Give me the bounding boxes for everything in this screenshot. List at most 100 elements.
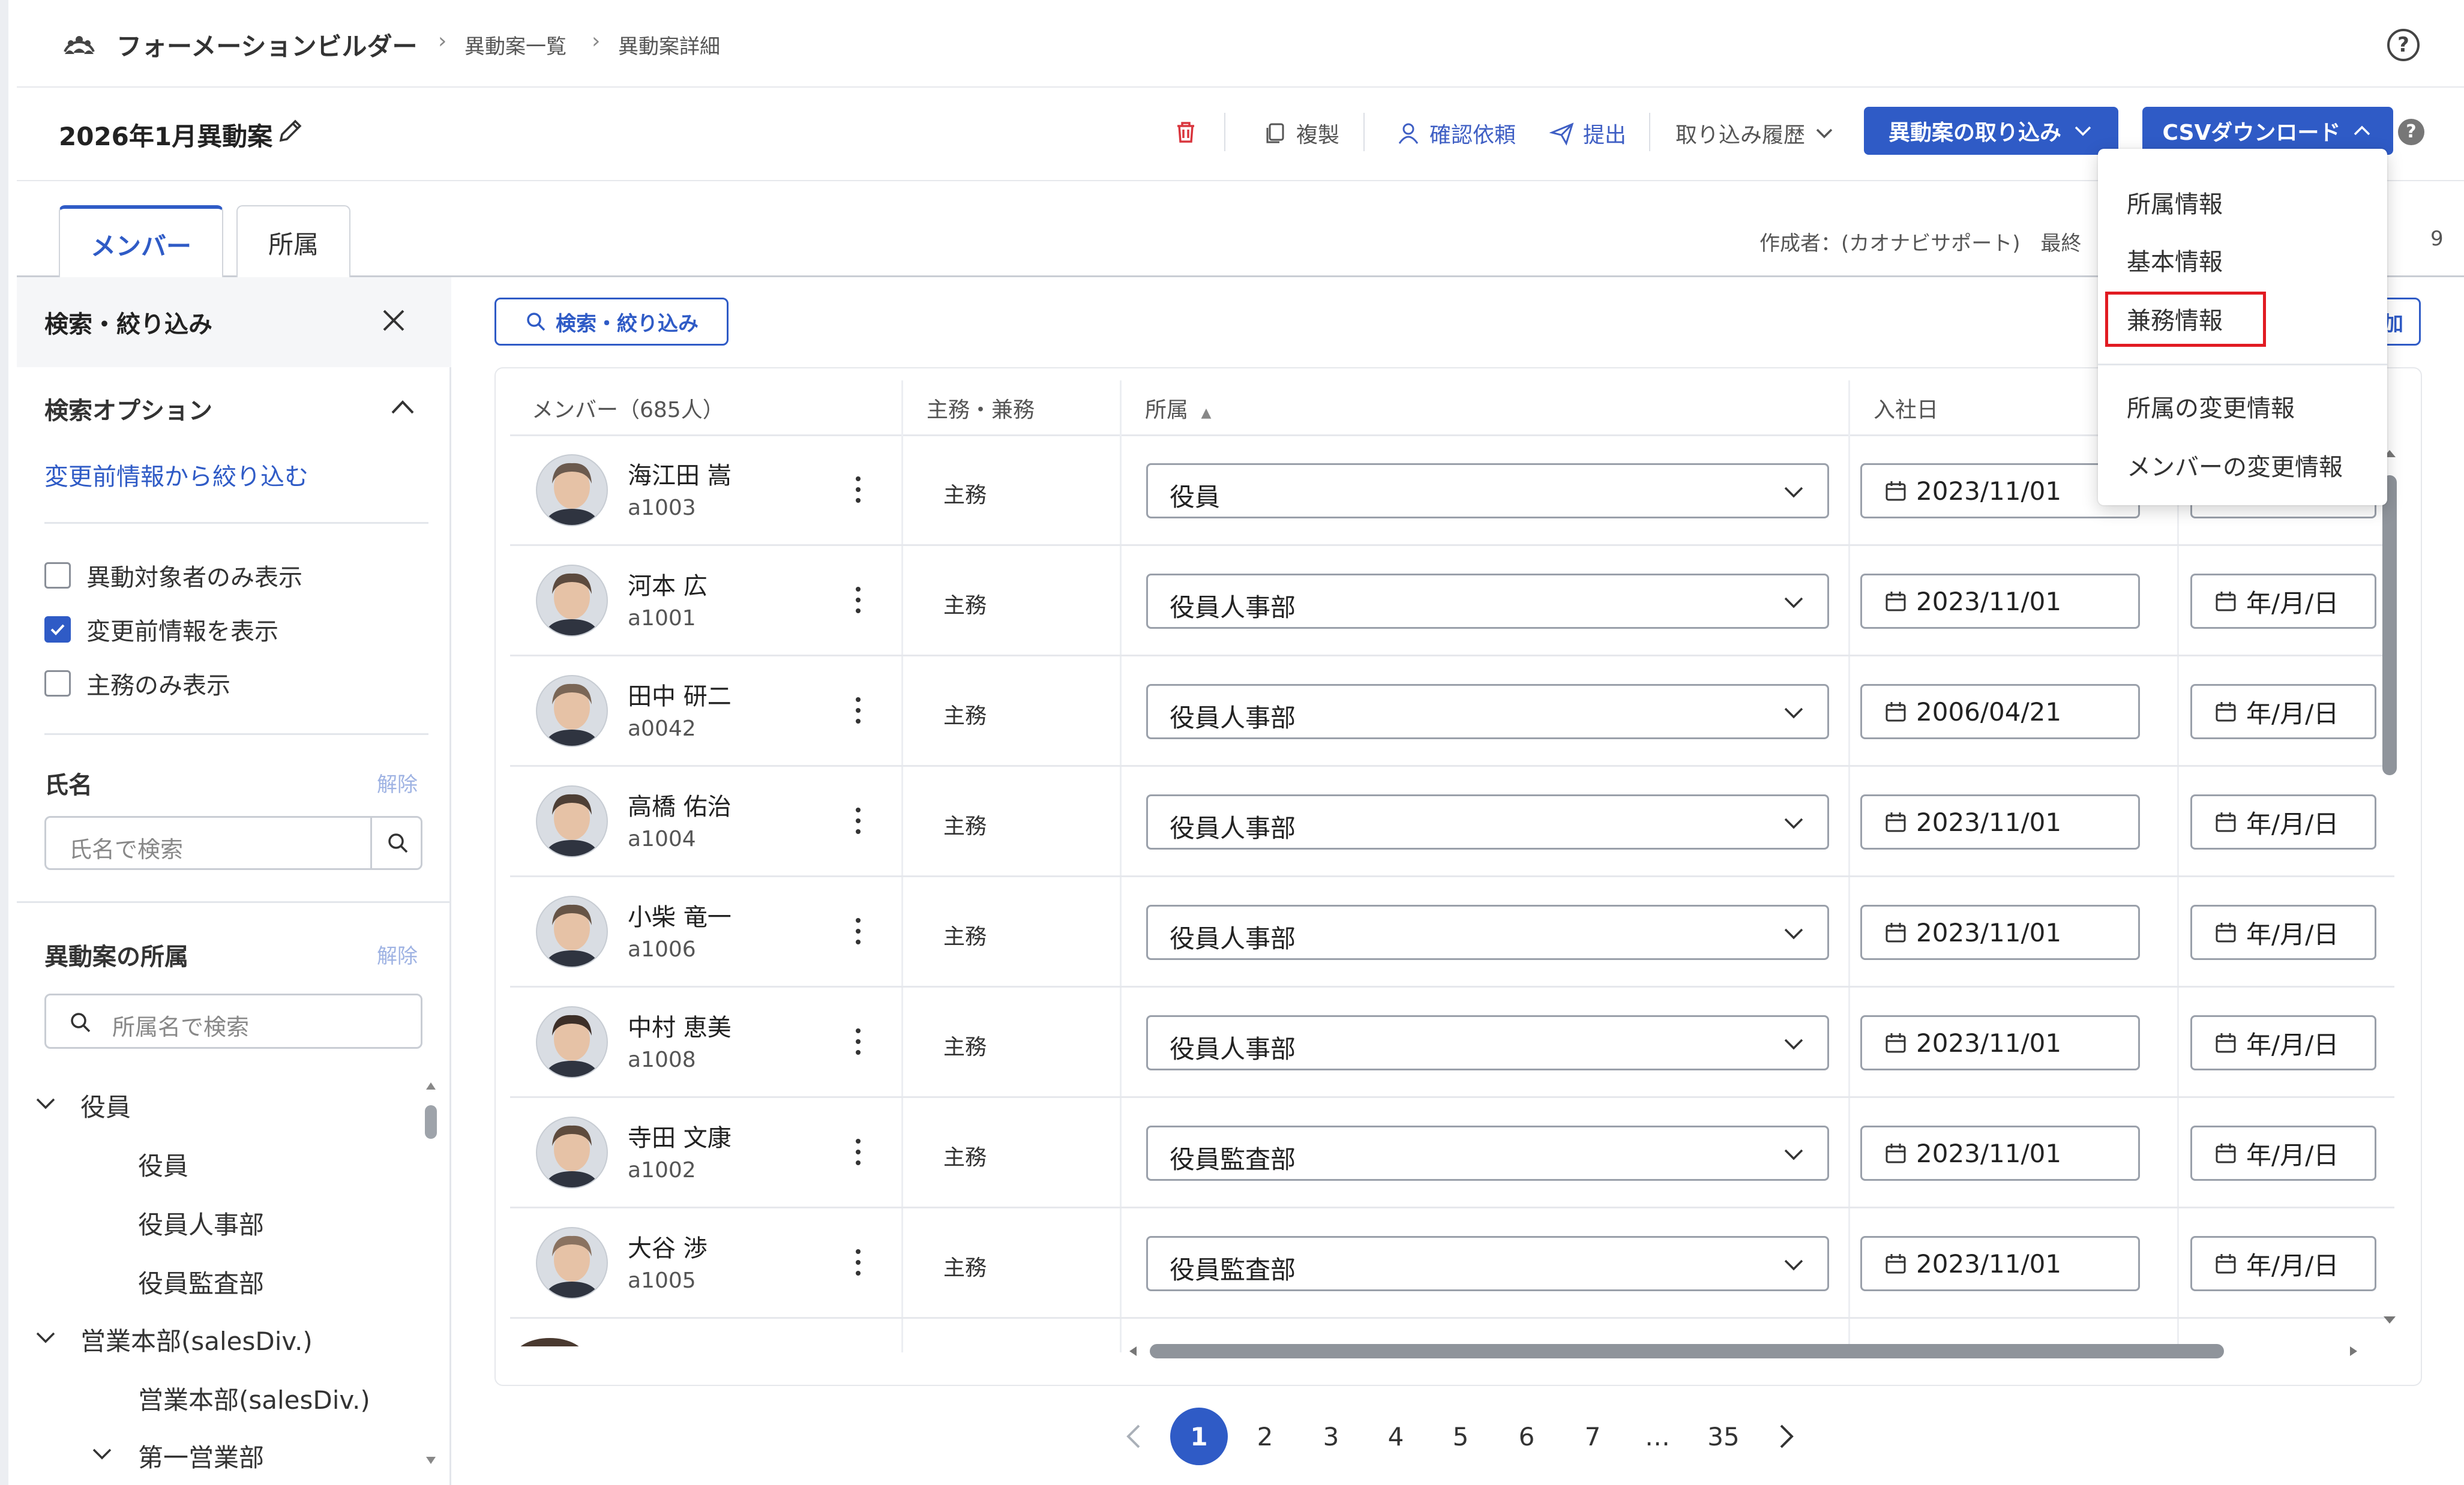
more-options-icon[interactable] <box>852 582 864 618</box>
search-options-title[interactable]: 検索オプション <box>44 391 212 426</box>
date-input[interactable]: 年/月/日 <box>2190 574 2376 629</box>
more-options-icon[interactable] <box>852 1024 864 1060</box>
page-button[interactable]: 5 <box>1432 1408 1489 1465</box>
more-options-icon[interactable] <box>852 692 864 728</box>
import-history-button[interactable]: 取り込み履歴 <box>1675 118 1835 149</box>
table-row[interactable]: 大谷 渉 a1005 主務 役員監査部 2023/11/01 年/月/日 <box>510 1208 2394 1319</box>
checkbox-checked-icon[interactable] <box>44 616 71 643</box>
page-button[interactable]: 1 <box>1170 1408 1228 1465</box>
close-icon[interactable] <box>377 304 410 337</box>
member-name[interactable]: 田中 研二 <box>628 677 732 712</box>
member-name[interactable]: 寺田 文康 <box>628 1118 732 1153</box>
org-clear-link[interactable]: 解除 <box>377 940 418 969</box>
tree-item-sales-div-child[interactable]: 営業本部(salesDiv.) <box>138 1380 370 1417</box>
tree-item-sales-1[interactable]: 第一営業部 <box>138 1438 264 1474</box>
tree-item-yakuin-child[interactable]: 役員 <box>138 1146 188 1183</box>
member-name[interactable]: 高橋 佑治 <box>628 787 732 822</box>
more-options-icon[interactable] <box>852 1244 864 1280</box>
dept-select[interactable]: 役員監査部 <box>1146 1236 1829 1291</box>
column-header-role[interactable]: 主務・兼務 <box>927 392 1035 424</box>
checkbox-transfer-only[interactable]: 異動対象者のみ表示 <box>44 558 302 593</box>
submit-button[interactable]: 提出 <box>1549 118 1626 149</box>
import-plan-button[interactable]: 異動案の取り込み <box>1864 107 2118 155</box>
tree-item-sales-div[interactable]: 営業本部(salesDiv.) <box>80 1321 313 1358</box>
more-options-icon[interactable] <box>852 472 864 508</box>
chevron-up-icon[interactable] <box>388 395 418 419</box>
date-input[interactable]: 年/月/日 <box>2190 905 2376 960</box>
breadcrumb-plan-list[interactable]: 異動案一覧 <box>464 30 566 59</box>
column-header-member[interactable]: メンバー（685人） <box>532 392 724 424</box>
more-options-icon[interactable] <box>852 913 864 949</box>
filter-by-previous-link[interactable]: 変更前情報から絞り込む <box>44 457 308 492</box>
table-row[interactable]: 中村 恵美 a1008 主務 役員人事部 2023/11/01 年/月/日 <box>510 988 2394 1098</box>
page-button[interactable]: 4 <box>1367 1408 1425 1465</box>
date-input[interactable]: 年/月/日 <box>2190 1236 2376 1291</box>
menu-item-member-change-info[interactable]: メンバーの変更情報 <box>2127 448 2343 482</box>
org-search-input[interactable]: 所属名で検索 <box>44 994 422 1049</box>
dept-select[interactable]: 役員人事部 <box>1146 905 1829 960</box>
table-row[interactable]: 高橋 佑治 a1004 主務 役員人事部 2023/11/01 年/月/日 <box>510 767 2394 877</box>
help-icon[interactable]: ? <box>2398 119 2424 145</box>
confirm-request-button[interactable]: 確認依頼 <box>1396 118 1516 149</box>
chevron-left-icon[interactable] <box>1119 1421 1150 1452</box>
page-button[interactable]: 7 <box>1564 1408 1621 1465</box>
dept-select[interactable]: 役員人事部 <box>1146 684 1829 739</box>
table-horizontal-scrollbar[interactable] <box>1126 1338 2362 1364</box>
help-icon[interactable]: ? <box>2387 29 2420 61</box>
checkbox-icon[interactable] <box>44 562 71 589</box>
tab-departments[interactable]: 所属 <box>236 205 350 278</box>
tree-item-audit[interactable]: 役員監査部 <box>138 1264 264 1300</box>
name-search-input[interactable]: 氏名で検索 <box>44 816 422 870</box>
page-button[interactable]: 3 <box>1302 1408 1360 1465</box>
member-name[interactable]: 中村 恵美 <box>628 1008 732 1043</box>
more-options-icon[interactable] <box>852 803 864 839</box>
dept-select[interactable]: 役員監査部 <box>1146 1126 1829 1181</box>
tree-item-yakuin[interactable]: 役員 <box>80 1087 131 1124</box>
join-date-input[interactable]: 2023/11/01 <box>1860 1126 2140 1181</box>
chevron-down-icon[interactable] <box>34 1091 58 1115</box>
tab-members[interactable]: メンバー <box>59 205 223 280</box>
duplicate-button[interactable]: 複製 <box>1263 118 1339 149</box>
checkbox-icon[interactable] <box>44 670 71 697</box>
page-button[interactable]: 35 <box>1695 1408 1752 1465</box>
menu-item-dept-info[interactable]: 所属情報 <box>2127 185 2223 220</box>
sidebar-scrollbar[interactable] <box>422 1075 439 1471</box>
table-row[interactable]: 寺田 文康 a1002 主務 役員監査部 2023/11/01 年/月/日 <box>510 1098 2394 1208</box>
dept-select[interactable]: 役員人事部 <box>1146 574 1829 629</box>
chevron-down-icon[interactable] <box>90 1441 114 1465</box>
date-input[interactable]: 年/月/日 <box>2190 684 2376 739</box>
tree-item-hr[interactable]: 役員人事部 <box>138 1205 264 1241</box>
menu-item-concurrent-info[interactable]: 兼務情報 <box>2127 301 2223 336</box>
page-button[interactable]: 6 <box>1498 1408 1555 1465</box>
member-name[interactable]: 大谷 渉 <box>628 1229 708 1264</box>
table-row[interactable]: 小柴 竜一 a1006 主務 役員人事部 2023/11/01 年/月/日 <box>510 877 2394 988</box>
menu-item-dept-change-info[interactable]: 所属の変更情報 <box>2127 389 2295 424</box>
chevron-right-icon[interactable] <box>1770 1421 1801 1452</box>
csv-download-button[interactable]: CSVダウンロード <box>2142 107 2393 155</box>
checkbox-main-only[interactable]: 主務のみ表示 <box>44 666 230 701</box>
date-input[interactable]: 年/月/日 <box>2190 794 2376 850</box>
date-input[interactable]: 年/月/日 <box>2190 1126 2376 1181</box>
app-title[interactable]: フォーメーションビルダー <box>116 26 417 63</box>
table-row[interactable]: 河本 広 a1001 主務 役員人事部 2023/11/01 年/月/日 <box>510 546 2394 656</box>
member-name[interactable]: 海江田 嵩 <box>628 456 732 491</box>
page-button[interactable]: 2 <box>1236 1408 1294 1465</box>
join-date-input[interactable]: 2023/11/01 <box>1860 574 2140 629</box>
table-row[interactable]: 田中 研二 a0042 主務 役員人事部 2006/04/21 年/月/日 <box>510 656 2394 767</box>
join-date-input[interactable]: 2023/11/01 <box>1860 794 2140 850</box>
edit-pencil-icon[interactable] <box>276 116 305 145</box>
search-icon[interactable] <box>385 830 411 856</box>
table-vertical-scrollbar[interactable] <box>2378 445 2402 1327</box>
member-name[interactable]: 河本 広 <box>628 566 708 601</box>
dept-select[interactable]: 役員 <box>1146 463 1829 518</box>
dept-select[interactable]: 役員人事部 <box>1146 794 1829 850</box>
date-input[interactable]: 年/月/日 <box>2190 1015 2376 1070</box>
join-date-input[interactable]: 2006/04/21 <box>1860 684 2140 739</box>
join-date-input[interactable]: 2023/11/01 <box>1860 1015 2140 1070</box>
column-header-dept[interactable]: 所属 ▲ <box>1145 392 1211 424</box>
search-filter-button[interactable]: 検索・絞り込み <box>494 298 729 346</box>
menu-item-basic-info[interactable]: 基本情報 <box>2127 242 2223 277</box>
dept-select[interactable]: 役員人事部 <box>1146 1015 1829 1070</box>
member-name[interactable]: 小柴 竜一 <box>628 898 732 932</box>
join-date-input[interactable]: 2023/11/01 <box>1860 1236 2140 1291</box>
